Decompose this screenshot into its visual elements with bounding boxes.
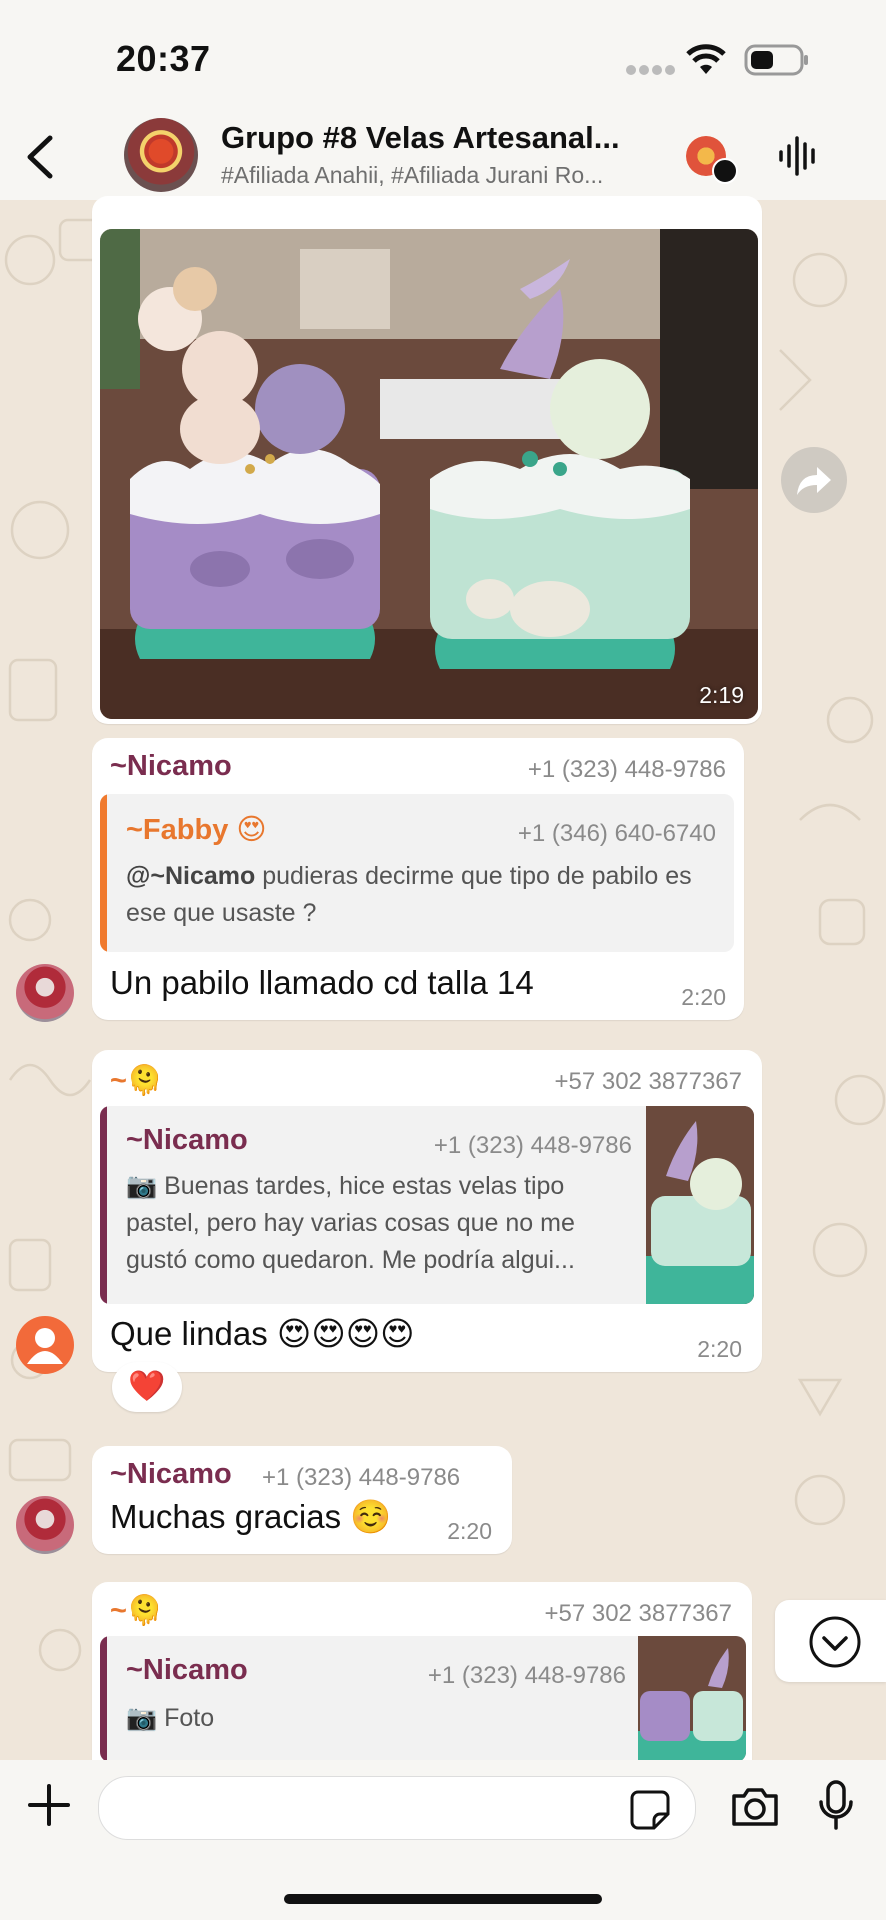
chevron-down-circle-icon [809,1616,861,1668]
quote-accent-bar [100,1106,107,1304]
quote-text: 📷 Buenas tardes, hice estas velas tipo p… [126,1172,575,1274]
message-text: Un pabilo llamado cd talla 14 [110,964,534,1001]
quote-mention: @~Nicamo [126,862,256,890]
message-text: Muchas gracias ☺️ [110,1498,392,1535]
sender-phone: +1 (323) 448-9786 [527,756,726,783]
plus-icon[interactable] [26,1782,72,1828]
message-bubble[interactable]: ~Nicamo +1 (323) 448-9786 ~Fabby 😍 +1 (3… [92,738,744,1020]
quote-sender-phone: +1 (346) 640-6740 [517,820,716,847]
default-user-avatar[interactable] [16,1316,74,1374]
sender-name[interactable]: ~Nicamo [110,1458,232,1491]
quote-thumbnail[interactable] [646,1106,754,1304]
wifi-icon [686,44,726,74]
forward-arrow-icon [797,467,831,495]
message-bubble[interactable]: ~🫠 +57 302 3877367 ~Nicamo +1 (323) 448-… [92,1582,752,1782]
quote-text: 📷 Foto [126,1704,215,1732]
chevron-down-icon [712,158,738,184]
sender-phone: +57 302 3877367 [554,1068,742,1095]
photo-message-bubble[interactable]: 2:19 [92,196,762,724]
status-time: 20:37 [116,38,211,79]
voice-chat-icon[interactable] [778,136,820,176]
sender-name[interactable]: ~Nicamo [110,750,232,783]
heart-reaction[interactable]: ❤️ [112,1362,182,1412]
sender-phone: +57 302 3877367 [544,1600,732,1627]
group-avatar[interactable] [124,118,198,192]
photo-timestamp: 2:19 [699,682,744,708]
quoted-message[interactable]: ~Nicamo +1 (323) 448-9786 📷 Buenas tarde… [100,1106,646,1304]
battery-icon [744,44,808,76]
quote-sender-name: ~Nicamo [126,1654,248,1686]
sender-phone: +1 (323) 448-9786 [262,1464,461,1491]
nicamo-avatar[interactable] [16,1496,74,1554]
group-title[interactable]: Grupo #8 Velas Artesanal... [221,120,661,156]
quote-sender-phone: +1 (323) 448-9786 [433,1132,632,1159]
message-bubble[interactable]: ~Nicamo +1 (323) 448-9786 Muchas gracias… [92,1446,512,1554]
quote-accent-bar [100,1636,107,1762]
cellular-signal-icon [626,65,675,75]
message-time: 2:20 [681,984,726,1010]
quote-text: @~Nicamo pudieras decirme que tipo de pa… [126,858,716,932]
community-badge-icon[interactable] [686,136,738,184]
quote-sender-name: ~Fabby 😍 [126,814,267,846]
forward-button[interactable] [781,447,847,513]
scroll-to-bottom-button[interactable] [775,1600,886,1682]
message-bubble[interactable]: ~🫠 +57 302 3877367 ~Nicamo +1 (323) 448-… [92,1050,762,1372]
status-bar: 20:37 [0,0,886,110]
quoted-message[interactable]: ~Nicamo +1 (323) 448-9786 📷 Foto [100,1636,640,1762]
quote-thumbnail[interactable] [638,1636,746,1762]
camera-icon[interactable] [730,1786,780,1828]
back-chevron-icon[interactable] [22,134,58,180]
nicamo-avatar[interactable] [16,964,74,1022]
group-members-subtitle[interactable]: #Afiliada Anahii, #Afiliada Jurani Ro... [221,162,651,189]
sticker-icon[interactable] [630,1790,670,1830]
microphone-icon[interactable] [818,1780,854,1830]
message-time: 2:20 [447,1518,492,1544]
message-time: 2:20 [697,1336,742,1362]
person-icon [27,1328,63,1364]
message-input[interactable] [98,1776,696,1840]
quote-sender-name: ~Nicamo [126,1124,248,1156]
quoted-message[interactable]: ~Fabby 😍 +1 (346) 640-6740 @~Nicamo pudi… [100,794,734,952]
cake-candles-photo[interactable]: 2:19 [100,229,758,719]
home-indicator [284,1894,602,1904]
quote-accent-bar [100,794,107,952]
quote-sender-phone: +1 (323) 448-9786 [427,1662,626,1689]
chat-header: Grupo #8 Velas Artesanal... #Afiliada An… [0,110,886,200]
sender-name[interactable]: ~🫠 [110,1064,163,1098]
sender-name[interactable]: ~🫠 [110,1594,163,1628]
message-text: Que lindas 😍😍😍😍 [110,1315,415,1352]
